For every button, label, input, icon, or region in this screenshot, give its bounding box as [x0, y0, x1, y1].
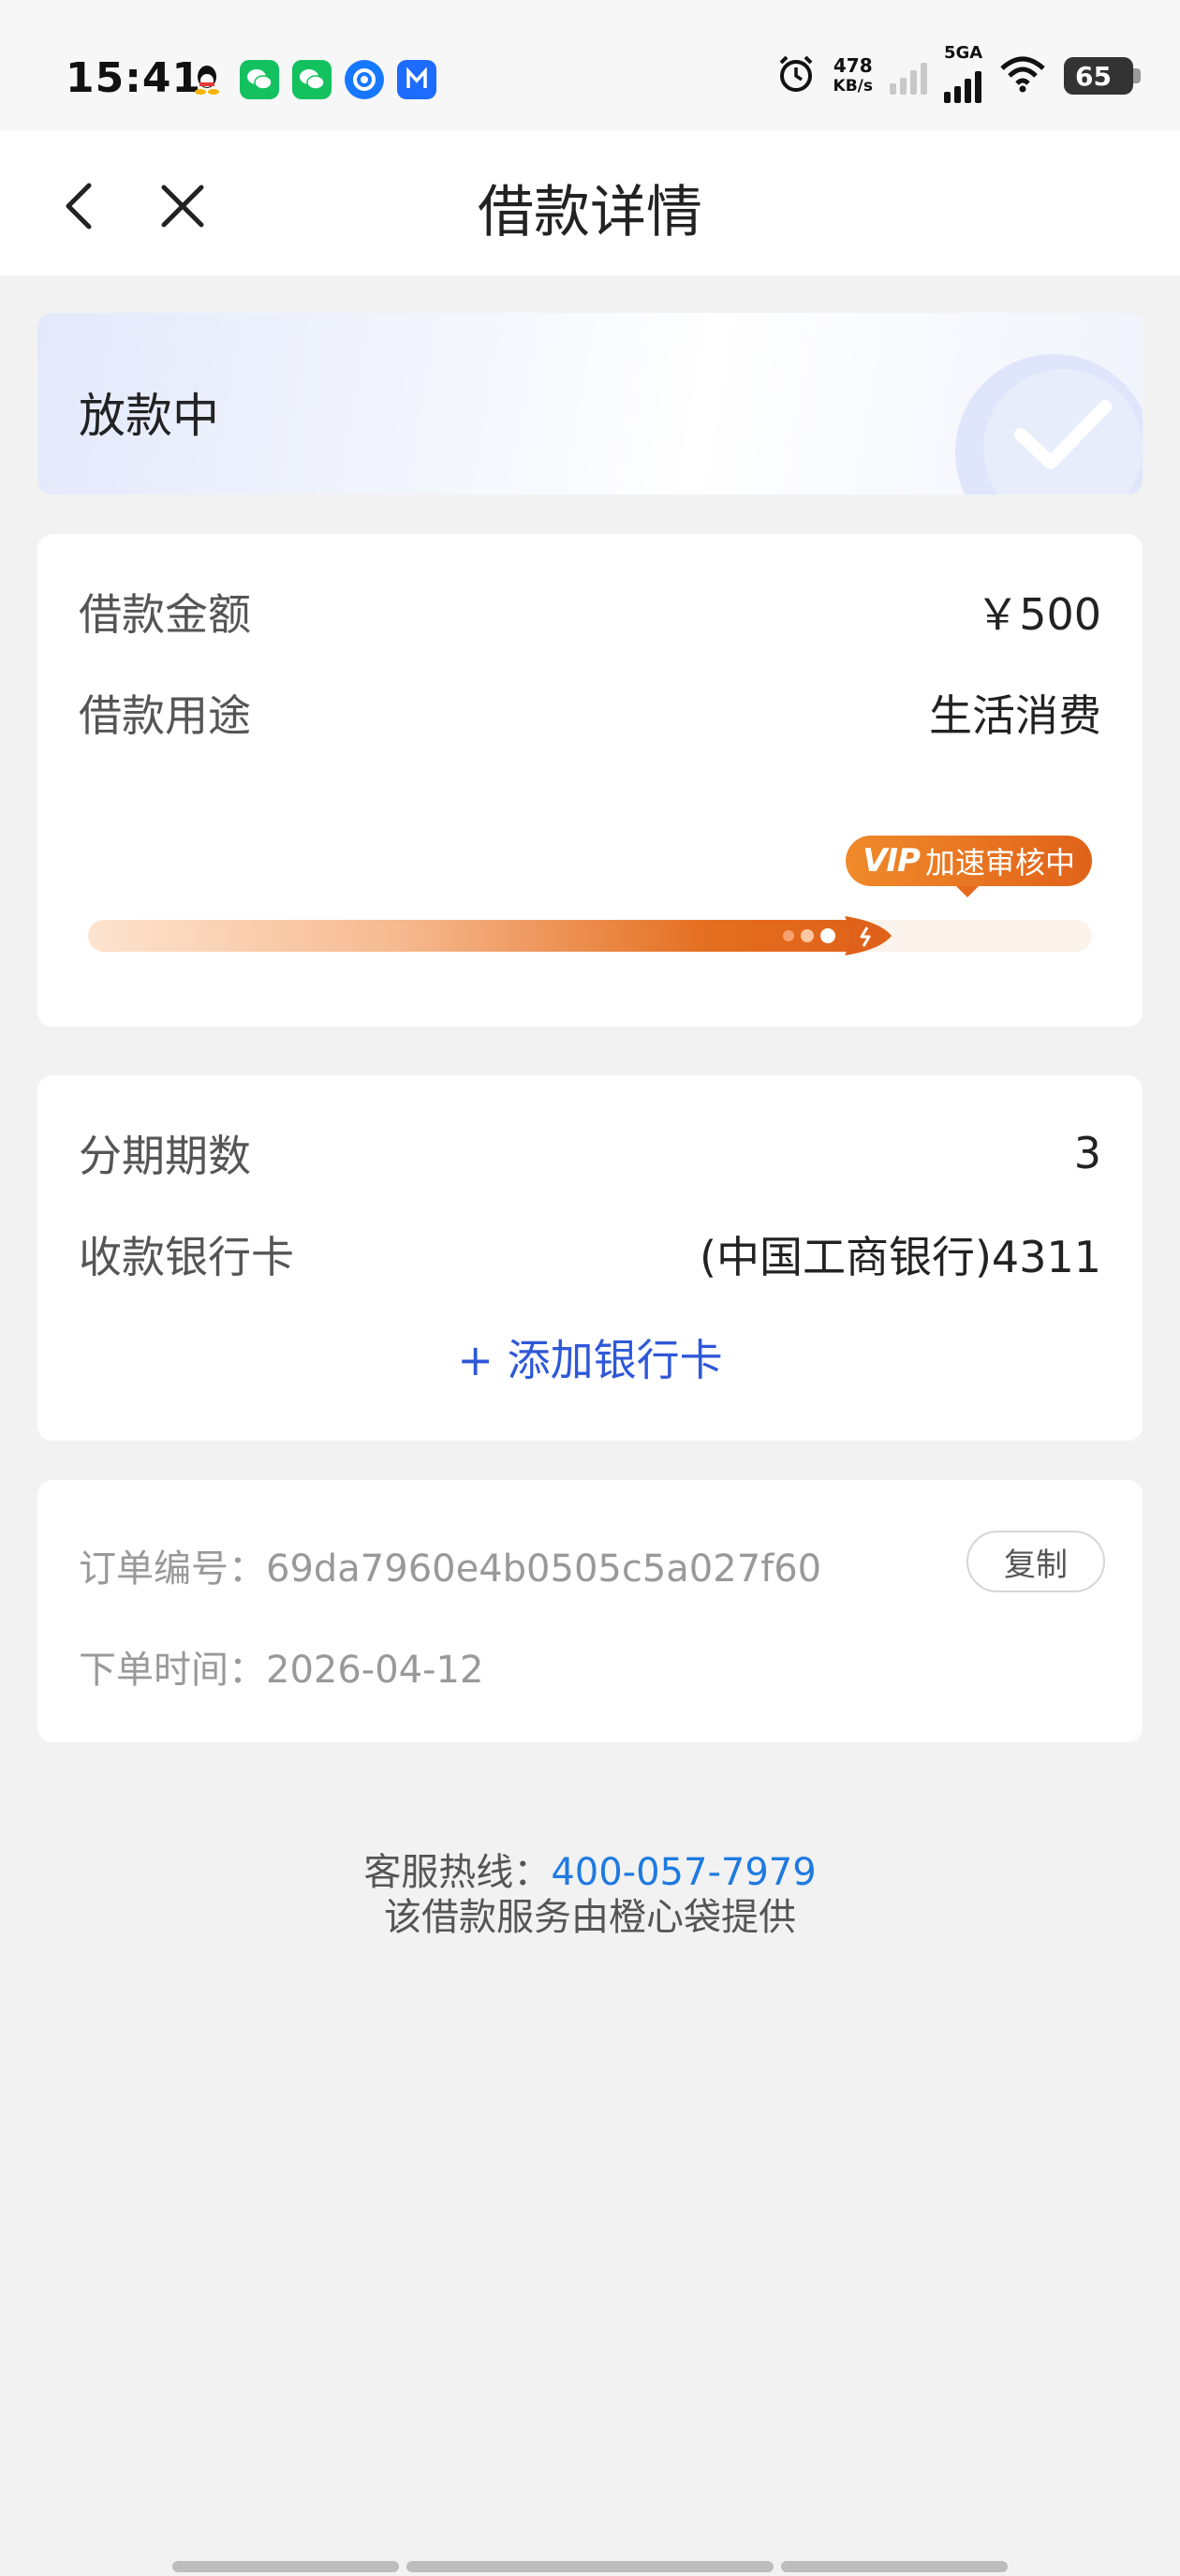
system-indicators: 478 KB/s 5GA 65: [775, 43, 1141, 103]
receiving-card-label: 收款银行卡: [79, 1232, 294, 1282]
battery-indicator: 65: [1064, 57, 1141, 95]
alarm-icon: [775, 53, 817, 98]
qq-icon: [187, 60, 227, 99]
wechat-icon-2: [292, 60, 332, 99]
loan-purpose-value: 生活消费: [929, 690, 1101, 741]
net-speed: 478 KB/s: [833, 55, 873, 96]
home-indicator-center: [406, 2561, 774, 2572]
wechat-icon: [240, 60, 279, 99]
loan-purpose-row: 借款用途 生活消费: [79, 682, 1101, 744]
receiving-card-row[interactable]: 收款银行卡 (中国工商银行)4311: [79, 1223, 1101, 1285]
order-number: 订单编号：69da7960e4b0505c5a027f60: [79, 1547, 822, 1591]
vip-review-badge: VIP 加速审核中: [846, 836, 1092, 897]
net-speed-unit: KB/s: [833, 77, 873, 96]
notification-icons: [187, 60, 436, 99]
checkmark-icon: [1014, 400, 1112, 469]
wifi-icon: [998, 55, 1047, 96]
maimai-icon: [397, 60, 436, 99]
order-info-card: 订单编号：69da7960e4b0505c5a027f60 复制 下单时间：20…: [37, 1480, 1143, 1742]
home-indicator-left: [172, 2561, 399, 2572]
browser-icon: [345, 60, 384, 99]
installments-value: 3: [1073, 1128, 1101, 1178]
loan-status-text: 放款中: [79, 389, 219, 443]
review-progress-fill: [88, 920, 871, 952]
loan-amount-row: 借款金额 ￥500: [79, 581, 1101, 643]
status-time: 15:41: [66, 54, 202, 102]
vip-label: VIP: [863, 842, 921, 880]
loan-amount-label: 借款金额: [79, 589, 251, 640]
copy-button[interactable]: 复制: [966, 1531, 1105, 1592]
home-indicator-right: [781, 2561, 1008, 2572]
net-speed-value: 478: [833, 54, 873, 77]
installments-label: 分期期数: [79, 1131, 251, 1181]
signal-icon-sim1: [890, 57, 927, 95]
installment-bank-card: 分期期数 3 收款银行卡 (中国工商银行)4311 + 添加银行卡: [37, 1075, 1143, 1441]
network-type: 5GA: [944, 43, 983, 63]
loan-details-card: 借款金额 ￥500 借款用途 生活消费 VIP 加速审核中: [37, 534, 1143, 1027]
order-time: 下单时间：2026-04-12: [79, 1649, 484, 1692]
add-bank-card-button[interactable]: + 添加银行卡: [37, 1326, 1143, 1388]
installments-row: 分期期数 3: [79, 1122, 1101, 1184]
signal-5ga: 5GA: [944, 43, 982, 103]
loan-status-card: 放款中: [37, 313, 1143, 495]
loan-purpose-label: 借款用途: [79, 690, 251, 741]
service-provider-text: 该借款服务由橙心袋提供: [384, 1896, 796, 1939]
rocket-icon: [783, 916, 892, 955]
vip-text: 加速审核中: [924, 845, 1075, 881]
receiving-card-value: (中国工商银行)4311: [700, 1232, 1101, 1282]
page-title: 借款详情: [478, 180, 702, 245]
loan-amount-value: ￥500: [976, 589, 1101, 640]
